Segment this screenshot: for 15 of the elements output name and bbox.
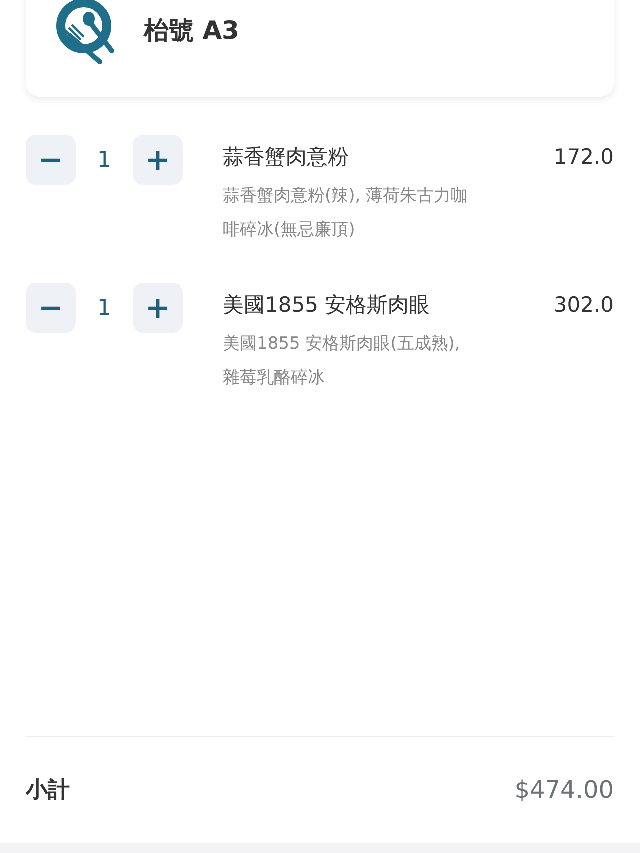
- decrease-button[interactable]: −: [26, 135, 76, 185]
- item-name: 美國1855 安格斯肉眼: [223, 292, 430, 319]
- increase-button[interactable]: +: [133, 283, 183, 333]
- item-name: 蒜香蟹肉意粉: [223, 144, 349, 171]
- item-price: 172.0: [554, 145, 614, 169]
- increase-button[interactable]: +: [133, 135, 183, 185]
- subtotal-amount: $474.00: [514, 776, 614, 804]
- table-number: 枱號 A3: [144, 15, 240, 47]
- item-details: 美國1855 安格斯肉眼(五成熟), 雜莓乳酪碎冰: [223, 333, 462, 390]
- subtotal-label: 小計: [26, 777, 70, 805]
- item-details: 蒜香蟹肉意粉(辣), 薄荷朱古力咖啡碎冰(無忌廉頂): [223, 185, 470, 242]
- quantity: 1: [96, 296, 112, 320]
- decrease-button[interactable]: −: [26, 283, 76, 333]
- item-price: 302.0: [554, 293, 614, 317]
- quantity: 1: [96, 148, 112, 172]
